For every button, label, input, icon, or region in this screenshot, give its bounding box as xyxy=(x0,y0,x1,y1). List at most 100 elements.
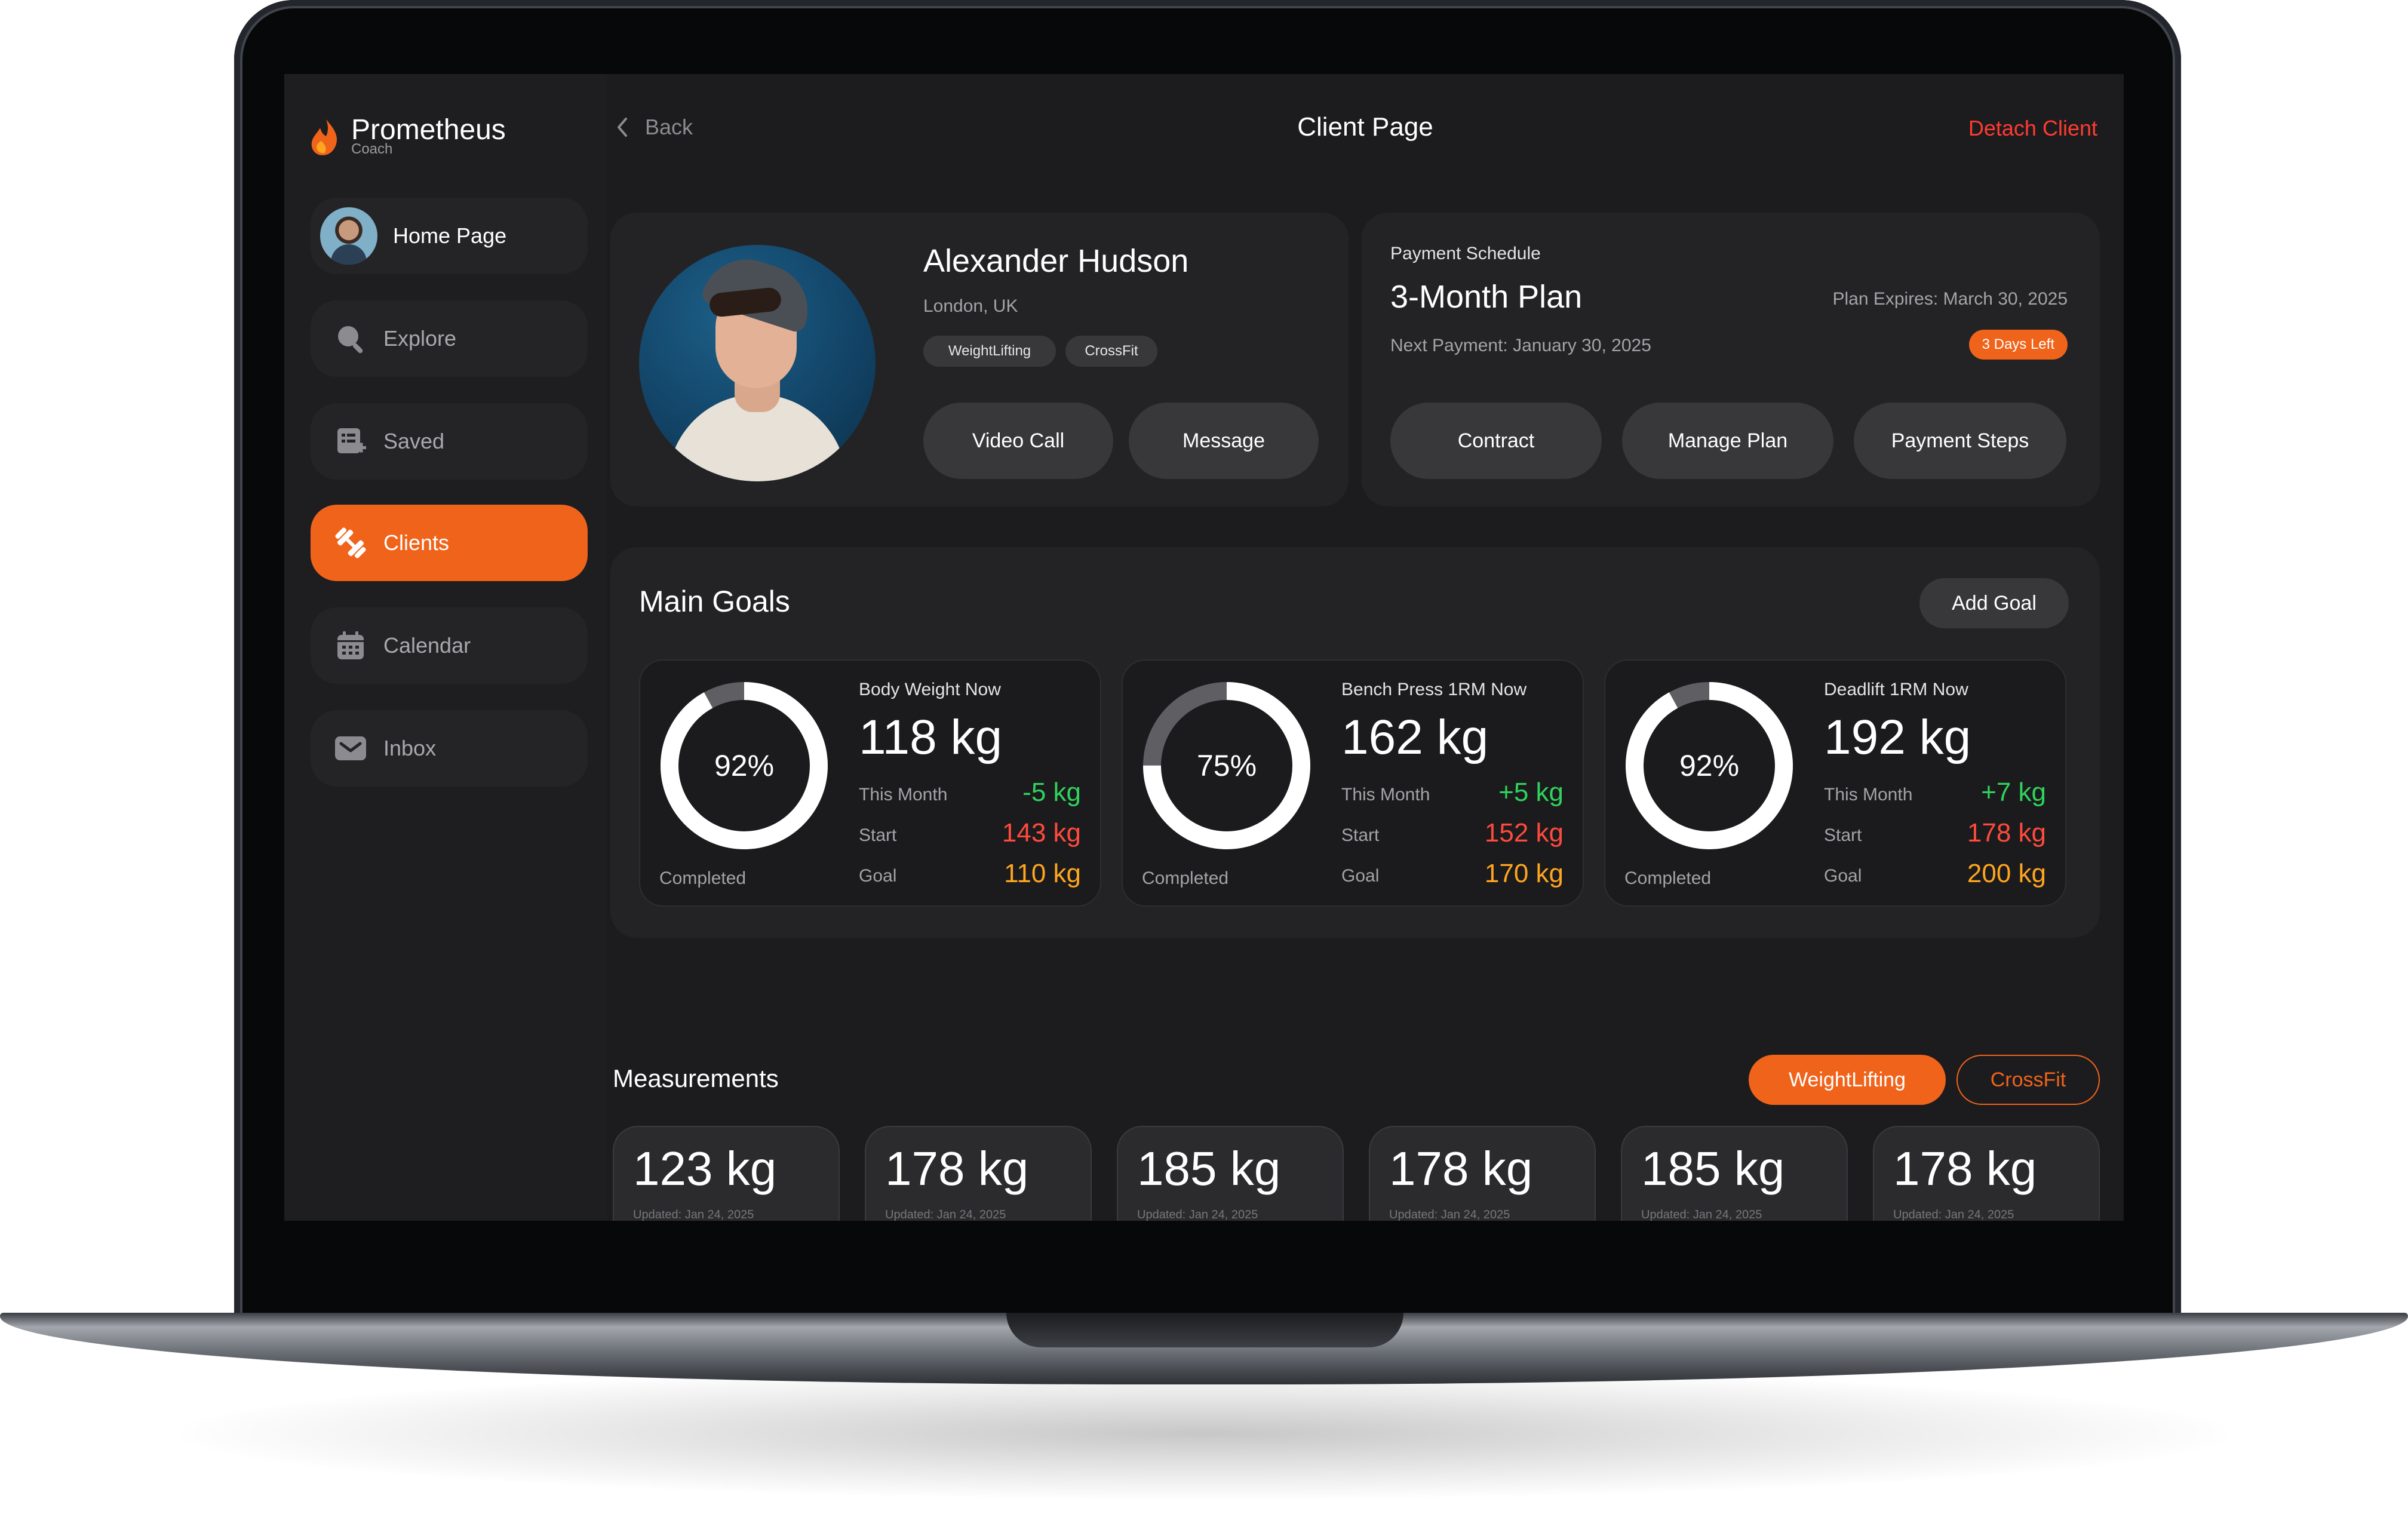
laptop-notch xyxy=(1006,1313,1403,1347)
filter-crossfit[interactable]: CrossFit xyxy=(1956,1055,2100,1105)
this-month-label: This Month xyxy=(1824,785,1913,804)
saved-list-icon xyxy=(333,424,368,459)
client-profile-card: Alexander Hudson London, UK WeightLiftin… xyxy=(610,213,1349,506)
goal-current-value: 118 kg xyxy=(859,710,1003,764)
goal-label: Body Weight Now xyxy=(859,680,1001,699)
sidebar-item-inbox[interactable]: Inbox xyxy=(311,710,588,787)
search-icon xyxy=(333,321,368,356)
goal-target-label: Goal xyxy=(859,866,897,886)
sidebar-item-explore[interactable]: Explore xyxy=(311,300,588,377)
sidebar-item-label: Inbox xyxy=(383,736,437,760)
completed-label: Completed xyxy=(1142,868,1229,888)
this-month-value: +7 kg xyxy=(1981,778,2046,807)
measurement-value: 185 kg xyxy=(1641,1142,1785,1195)
measurement-updated: Updated: Jan 24, 2025 xyxy=(633,1208,754,1221)
mail-icon xyxy=(333,731,368,766)
goal-target-label: Goal xyxy=(1824,866,1862,886)
goal-progress-ring: 92% xyxy=(1624,681,1794,850)
tag-crossfit[interactable]: CrossFit xyxy=(1065,336,1157,367)
client-location: London, UK xyxy=(923,296,1018,316)
measurement-value: 123 kg xyxy=(633,1142,777,1195)
measurement-updated: Updated: Jan 24, 2025 xyxy=(1137,1208,1258,1221)
main-goals-title: Main Goals xyxy=(639,585,790,618)
brand[interactable]: Prometheus Coach xyxy=(308,116,506,156)
sidebar-item-label: Saved xyxy=(383,429,445,453)
next-payment: Next Payment: January 30, 2025 xyxy=(1390,336,1651,355)
measurement-card[interactable]: 185 kg Updated: Jan 24, 2025 xyxy=(1117,1126,1344,1221)
start-label: Start xyxy=(859,825,897,845)
sidebar-item-home[interactable]: Home Page xyxy=(311,198,588,274)
page-title: Client Page xyxy=(1297,112,1433,142)
this-month-value: +5 kg xyxy=(1498,778,1564,807)
goal-current-value: 162 kg xyxy=(1341,710,1489,764)
measurement-card[interactable]: 185 kg Updated: Jan 24, 2025 xyxy=(1621,1126,1848,1221)
measurement-card[interactable]: 178 kg Updated: Jan 24, 2025 xyxy=(1873,1126,2100,1221)
tag-weightlifting[interactable]: WeightLifting xyxy=(923,336,1056,367)
plan-expires: Plan Expires: March 30, 2025 xyxy=(1832,289,2068,309)
video-call-button[interactable]: Video Call xyxy=(923,403,1113,479)
measurement-value: 178 kg xyxy=(1893,1142,2037,1195)
payment-steps-button[interactable]: Payment Steps xyxy=(1854,403,2066,479)
main-content: Back Client Page Detach Client Alexander… xyxy=(607,74,2124,1221)
goal-card-body-weight[interactable]: 92% Completed Body Weight Now 118 kg Thi… xyxy=(639,659,1101,907)
sidebar-item-calendar[interactable]: Calendar xyxy=(311,607,588,684)
completed-label: Completed xyxy=(1624,868,1712,888)
sidebar: Prometheus Coach Home Page Explore Saved xyxy=(284,74,607,1221)
goal-progress-ring: 75% xyxy=(1142,681,1312,850)
goal-target-label: Goal xyxy=(1341,866,1380,886)
measurement-card[interactable]: 178 kg Updated: Jan 24, 2025 xyxy=(1369,1126,1596,1221)
goal-card-deadlift[interactable]: 92% Completed Deadlift 1RM Now 192 kg Th… xyxy=(1604,659,2066,907)
measurement-updated: Updated: Jan 24, 2025 xyxy=(1641,1208,1762,1221)
start-label: Start xyxy=(1341,825,1380,845)
this-month-value: -5 kg xyxy=(1022,778,1081,807)
sidebar-item-label: Clients xyxy=(383,530,450,555)
goal-current-value: 192 kg xyxy=(1824,710,1971,764)
avatar xyxy=(320,207,377,265)
flame-logo-icon xyxy=(311,119,337,155)
chevron-left-icon xyxy=(618,118,627,137)
goal-percent: 92% xyxy=(1679,749,1740,782)
measurement-updated: Updated: Jan 24, 2025 xyxy=(1389,1208,1510,1221)
start-value: 143 kg xyxy=(1002,818,1081,847)
plan-name: 3-Month Plan xyxy=(1390,279,1583,315)
measurement-card[interactable]: 178 kg Updated: Jan 24, 2025 xyxy=(865,1126,1092,1221)
measurement-card[interactable]: 123 kg Updated: Jan 24, 2025 xyxy=(613,1126,840,1221)
this-month-label: This Month xyxy=(1341,785,1430,804)
start-value: 152 kg xyxy=(1484,818,1564,847)
dumbbell-icon xyxy=(333,526,368,560)
start-label: Start xyxy=(1824,825,1862,845)
goal-target-value: 170 kg xyxy=(1484,859,1564,888)
add-goal-button[interactable]: Add Goal xyxy=(1919,578,2069,628)
goal-label: Deadlift 1RM Now xyxy=(1824,680,1968,699)
days-left-badge: 3 Days Left xyxy=(1968,330,2068,360)
start-value: 178 kg xyxy=(1967,818,2046,847)
filter-weightlifting[interactable]: WeightLifting xyxy=(1749,1055,1946,1105)
measurement-value: 178 kg xyxy=(885,1142,1029,1195)
goal-target-value: 200 kg xyxy=(1967,859,2046,888)
client-name: Alexander Hudson xyxy=(923,243,1189,279)
goal-percent: 92% xyxy=(714,749,775,782)
manage-plan-button[interactable]: Manage Plan xyxy=(1622,403,1833,479)
sidebar-item-label: Calendar xyxy=(383,633,471,658)
measurement-updated: Updated: Jan 24, 2025 xyxy=(1893,1208,2014,1221)
goal-target-value: 110 kg xyxy=(1004,859,1081,888)
goal-label: Bench Press 1RM Now xyxy=(1341,680,1527,699)
client-photo xyxy=(639,245,876,481)
detach-client-button[interactable]: Detach Client xyxy=(1968,116,2097,141)
this-month-label: This Month xyxy=(859,785,948,804)
brand-name: Prometheus xyxy=(351,114,506,146)
back-button[interactable]: Back xyxy=(614,115,693,140)
back-label: Back xyxy=(645,115,693,139)
sidebar-item-clients[interactable]: Clients xyxy=(311,505,588,581)
completed-label: Completed xyxy=(659,868,747,888)
goal-card-bench-press[interactable]: 75% Completed Bench Press 1RM Now 162 kg… xyxy=(1122,659,1584,907)
calendar-icon xyxy=(333,628,368,663)
laptop-shadow xyxy=(179,1368,2229,1499)
measurement-updated: Updated: Jan 24, 2025 xyxy=(885,1208,1006,1221)
message-button[interactable]: Message xyxy=(1129,403,1319,479)
measurements-title: Measurements xyxy=(613,1064,779,1092)
sidebar-item-label: Home Page xyxy=(393,223,507,248)
sidebar-item-saved[interactable]: Saved xyxy=(311,403,588,480)
contract-button[interactable]: Contract xyxy=(1390,403,1602,479)
measurement-value: 185 kg xyxy=(1137,1142,1281,1195)
